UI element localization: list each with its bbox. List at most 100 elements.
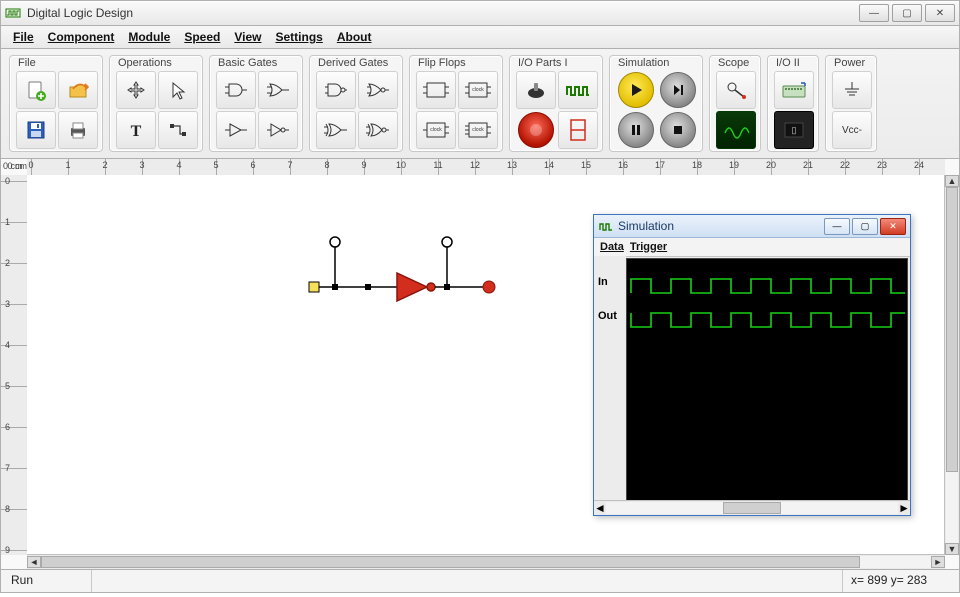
text-button[interactable]: T	[116, 111, 156, 149]
clock-signal-button[interactable]	[558, 71, 598, 109]
or-gate-button[interactable]	[258, 71, 298, 109]
svg-text:▯: ▯	[792, 125, 797, 135]
status-spacer	[92, 570, 843, 592]
scroll-right[interactable]: ►	[931, 556, 945, 568]
group-derived-gates-title: Derived Gates	[316, 57, 396, 69]
probe-out[interactable]	[442, 237, 452, 247]
ruler-horizontal: 0 cm 01234567891011121314151617181920212…	[27, 159, 945, 176]
led-button[interactable]	[518, 112, 554, 148]
scroll-left[interactable]: ◄	[27, 556, 41, 568]
simulation-scrollbar[interactable]: ◄ ►	[594, 500, 910, 515]
menu-component[interactable]: Component	[42, 28, 121, 46]
svg-text:clock: clock	[472, 87, 484, 93]
sr-flipflop-button[interactable]: clock	[458, 111, 498, 149]
sim-minimize-button[interactable]: ―	[824, 218, 850, 235]
sim-scroll-left[interactable]: ◄	[594, 501, 606, 515]
sim-close-button[interactable]: ✕	[880, 218, 906, 235]
menu-file[interactable]: File	[7, 28, 40, 46]
seven-segment-button[interactable]	[558, 111, 598, 149]
menu-about[interactable]: About	[331, 28, 378, 46]
ruler-h-tick-18: 18	[692, 160, 702, 170]
sim-menu-trigger[interactable]: Trigger	[630, 241, 667, 253]
open-file-button[interactable]	[58, 71, 98, 109]
pause-button[interactable]	[618, 112, 654, 148]
nand-gate-button[interactable]	[316, 71, 356, 109]
ruler-v-tick-4: 4	[5, 340, 10, 350]
jk-flipflop-button[interactable]: clock	[458, 71, 498, 109]
simulation-scope[interactable]	[626, 258, 908, 501]
save-file-button[interactable]	[16, 111, 56, 149]
keyboard-button[interactable]	[774, 71, 814, 109]
display-button[interactable]: ▯	[774, 111, 814, 149]
not-gate-instance[interactable]	[397, 273, 427, 301]
sim-menu-data[interactable]: Data	[600, 241, 624, 253]
menu-speed[interactable]: Speed	[178, 28, 226, 46]
close-button[interactable]: ✕	[925, 4, 955, 22]
led-output[interactable]	[483, 281, 495, 293]
menu-settings[interactable]: Settings	[269, 28, 328, 46]
canvas-scrollbar-horizontal[interactable]: ◄ ►	[27, 554, 945, 569]
input-terminal[interactable]	[309, 282, 319, 292]
minimize-button[interactable]: ―	[859, 4, 889, 22]
step-button[interactable]	[660, 72, 696, 108]
simulation-window[interactable]: Simulation ― ▢ ✕ Data Trigger In Out	[593, 214, 911, 516]
sim-maximize-button[interactable]: ▢	[852, 218, 878, 235]
ruler-h-tick-4: 4	[176, 160, 181, 170]
stop-button[interactable]	[660, 112, 696, 148]
wire-button[interactable]	[158, 111, 198, 149]
pointer-button[interactable]	[158, 71, 198, 109]
simulation-titlebar[interactable]: Simulation ― ▢ ✕	[594, 215, 910, 238]
work-area: 0 cm 01234567891011121314151617181920212…	[0, 159, 960, 570]
simulation-body: In Out	[594, 256, 910, 501]
scroll-up[interactable]: ▲	[945, 175, 959, 187]
ruler-v-unit: 0 cm	[3, 161, 23, 171]
ruler-h-tick-22: 22	[840, 160, 850, 170]
ruler-h-tick-12: 12	[470, 160, 480, 170]
ruler-h-tick-14: 14	[544, 160, 554, 170]
ruler-h-tick-15: 15	[581, 160, 591, 170]
svg-text:T: T	[131, 123, 142, 140]
new-file-button[interactable]	[16, 71, 56, 109]
xnor-gate-button[interactable]	[358, 111, 398, 149]
ruler-h-tick-9: 9	[361, 160, 366, 170]
nor-gate-button[interactable]	[358, 71, 398, 109]
ground-button[interactable]	[832, 71, 872, 109]
sim-scroll-right[interactable]: ►	[898, 501, 910, 515]
simulation-title: Simulation	[618, 219, 824, 233]
ruler-v-tick-3: 3	[5, 299, 10, 309]
buffer-gate-button[interactable]	[216, 111, 256, 149]
ruler-v-tick-9: 9	[5, 545, 10, 555]
menu-view[interactable]: View	[228, 28, 267, 46]
status-coords: x= 899 y= 283	[843, 570, 959, 592]
switch-button[interactable]	[516, 71, 556, 109]
xor-gate-button[interactable]	[316, 111, 356, 149]
window-controls: ― ▢ ✕	[859, 4, 955, 22]
move-button[interactable]	[116, 71, 156, 109]
not-gate-button[interactable]	[258, 111, 298, 149]
d-flipflop-button[interactable]	[416, 71, 456, 109]
ruler-h-tick-1: 1	[65, 160, 70, 170]
probe-in[interactable]	[330, 237, 340, 247]
group-file-title: File	[16, 57, 96, 69]
group-scope: Scope	[709, 55, 761, 152]
and-gate-button[interactable]	[216, 71, 256, 109]
group-derived-gates: Derived Gates	[309, 55, 403, 152]
group-io-2: I/O II ▯	[767, 55, 819, 152]
group-power: Power Vcc-	[825, 55, 877, 152]
menu-module[interactable]: Module	[122, 28, 176, 46]
ruler-h-tick-10: 10	[396, 160, 406, 170]
probe-button[interactable]	[716, 71, 756, 109]
scroll-down[interactable]: ▼	[945, 543, 959, 555]
play-button[interactable]	[618, 72, 654, 108]
maximize-button[interactable]: ▢	[892, 4, 922, 22]
print-button[interactable]	[58, 111, 98, 149]
vcc-button[interactable]: Vcc-	[832, 111, 872, 149]
ruler-v-tick-0: 0	[5, 176, 10, 186]
app-icon	[5, 5, 21, 21]
ruler-h-tick-13: 13	[507, 160, 517, 170]
oscilloscope-button[interactable]	[716, 111, 756, 149]
t-flipflop-button[interactable]: clock	[416, 111, 456, 149]
canvas-scrollbar-vertical[interactable]: ▲ ▼	[944, 175, 959, 555]
svg-text:clock: clock	[472, 127, 484, 133]
group-simulation: Simulation	[609, 55, 703, 152]
